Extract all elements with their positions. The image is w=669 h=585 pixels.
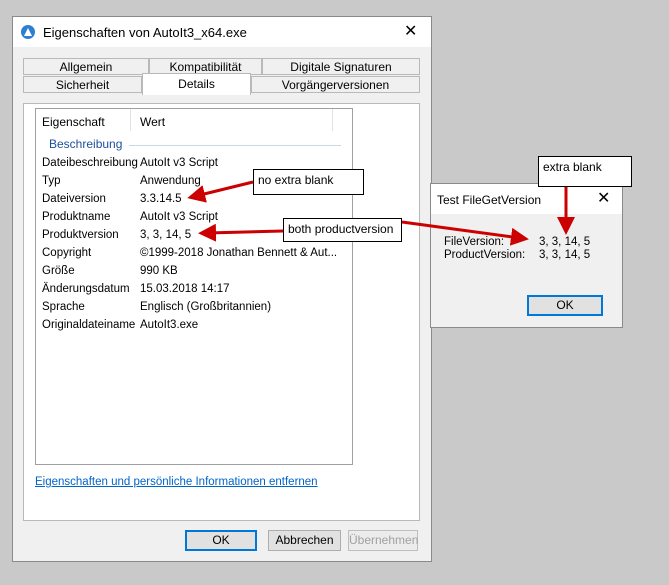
arrow-to-dialog-versions [401,220,529,246]
annotation-arrows [187,180,575,246]
tab-details[interactable]: Details [142,73,251,95]
arrow-to-produktversion [198,223,284,242]
arrow-to-dateiversion [187,180,254,203]
